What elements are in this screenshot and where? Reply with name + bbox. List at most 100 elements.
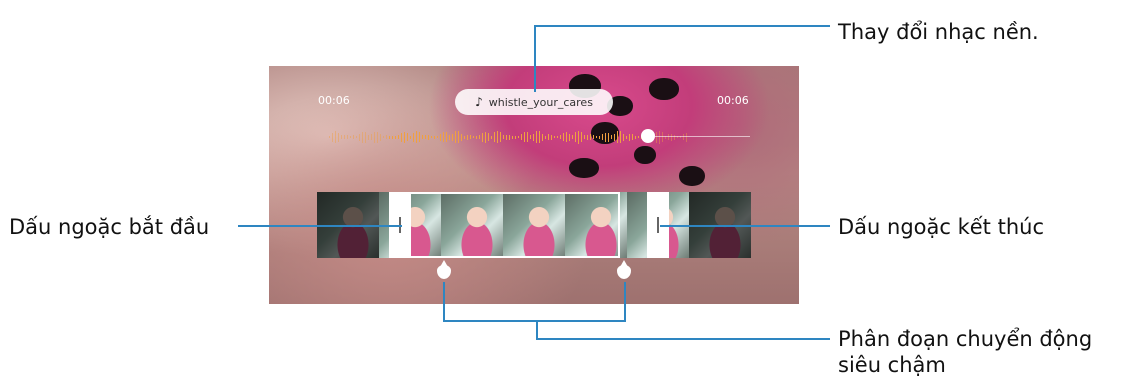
waveform-bar — [413, 132, 414, 142]
callout-line-slow-vertical — [536, 320, 538, 340]
callout-slow-motion-line1: Phân đoạn chuyển động — [838, 327, 1093, 351]
video-editor-screen: 00:06 00:06 ♪ whistle_your_cares — [269, 66, 799, 304]
callout-slow-motion-line2: siêu chậm — [838, 353, 946, 377]
waveform-bar — [476, 135, 477, 139]
waveform-bar — [407, 133, 408, 141]
slow-motion-start-marker[interactable] — [437, 260, 451, 279]
waveform-bar — [539, 131, 540, 143]
waveform-bar — [581, 132, 582, 142]
waveform-bar — [416, 131, 417, 143]
waveform-bar — [656, 131, 657, 143]
waveform-bar — [401, 132, 402, 142]
callout-line-start-bracket — [238, 225, 402, 227]
waveform-bar — [464, 135, 465, 139]
waveform-bar — [554, 136, 555, 138]
waveform-bar — [461, 133, 462, 141]
waveform-bar — [575, 132, 576, 142]
waveform-bar — [521, 134, 522, 140]
waveform-bar — [608, 132, 609, 142]
waveform-bar — [509, 134, 510, 140]
waveform-bar — [683, 134, 684, 140]
waveform-bar — [365, 131, 366, 143]
waveform-bar — [671, 133, 672, 141]
waveform-bar — [527, 132, 528, 142]
waveform-bar — [686, 132, 687, 142]
waveform-bar — [332, 132, 333, 142]
waveform-bar — [440, 133, 441, 141]
waveform-bar — [548, 134, 549, 140]
waveform-bar — [473, 136, 474, 138]
waveform-bar — [434, 135, 435, 139]
waveform-bar — [596, 136, 597, 138]
waveform-bar — [389, 135, 390, 139]
waveform-bar — [563, 133, 564, 141]
waveform-bar — [605, 132, 606, 142]
waveform-bar — [587, 134, 588, 140]
callout-line-slow-bottom — [443, 320, 626, 322]
waveform-bar — [386, 135, 387, 139]
waveform-bar — [335, 131, 336, 143]
background-pattern — [679, 166, 705, 186]
waveform-bar — [431, 136, 432, 138]
waveform-bar — [572, 135, 573, 139]
waveform-bar — [506, 134, 507, 140]
waveform-bar — [593, 135, 594, 139]
waveform-bar — [368, 134, 369, 140]
waveform-bar — [503, 135, 504, 139]
waveform-bar — [590, 134, 591, 140]
waveform-bar — [458, 131, 459, 143]
waveform-bar — [533, 133, 534, 141]
waveform-bar — [551, 134, 552, 140]
end-time-label: 00:06 — [717, 94, 749, 107]
callout-change-music: Thay đổi nhạc nền. — [838, 20, 1039, 44]
waveform-bar — [479, 135, 480, 139]
waveform-bar — [626, 135, 627, 139]
waveform-bar — [338, 132, 339, 142]
callout-start-bracket: Dấu ngoặc bắt đầu — [9, 215, 210, 239]
waveform-bar — [662, 132, 663, 142]
waveform-bar — [545, 135, 546, 139]
callout-end-bracket: Dấu ngoặc kết thúc — [838, 215, 1044, 239]
waveform-bar — [524, 132, 525, 142]
callout-line-music-horizontal — [534, 25, 830, 27]
background-pattern — [569, 158, 599, 178]
waveform-bar — [371, 134, 372, 140]
callout-line-slow-right — [624, 282, 626, 321]
waveform-bar — [398, 135, 399, 139]
waveform-bar — [620, 131, 621, 143]
slow-motion-end-marker[interactable] — [617, 260, 631, 279]
waveform-bar — [497, 131, 498, 143]
waveform-bar — [419, 132, 420, 142]
waveform-bar — [362, 131, 363, 143]
waveform-bar — [668, 134, 669, 140]
waveform-bar — [488, 133, 489, 141]
waveform-bar — [455, 131, 456, 143]
waveform-bar — [578, 130, 579, 144]
selected-segment-box — [393, 192, 620, 258]
waveform-bar — [518, 136, 519, 138]
waveform-bar — [383, 136, 384, 138]
waveform-bar — [449, 134, 450, 140]
callout-line-music-vertical — [534, 25, 536, 92]
waveform-bar — [632, 134, 633, 140]
waveform-bar — [515, 135, 516, 139]
waveform-bar — [359, 133, 360, 141]
waveform-bar — [344, 135, 345, 139]
waveform-bar — [353, 135, 354, 139]
waveform-bar — [602, 134, 603, 140]
waveform-bar — [491, 135, 492, 139]
waveform-bar — [347, 135, 348, 139]
waveform-bar — [356, 136, 357, 138]
waveform-bar — [452, 133, 453, 141]
background-music-button[interactable]: ♪ whistle_your_cares — [455, 89, 613, 115]
waveform-bar — [374, 131, 375, 143]
music-note-icon: ♪ — [475, 95, 483, 109]
audio-position-handle[interactable] — [641, 129, 655, 143]
waveform-bar — [584, 135, 585, 139]
waveform-bar — [443, 132, 444, 142]
waveform-bar — [395, 135, 396, 139]
waveform-bar — [557, 136, 558, 138]
audio-waveform[interactable] — [329, 130, 749, 144]
waveform-bar — [350, 136, 351, 138]
callout-line-slow-left — [443, 282, 445, 321]
